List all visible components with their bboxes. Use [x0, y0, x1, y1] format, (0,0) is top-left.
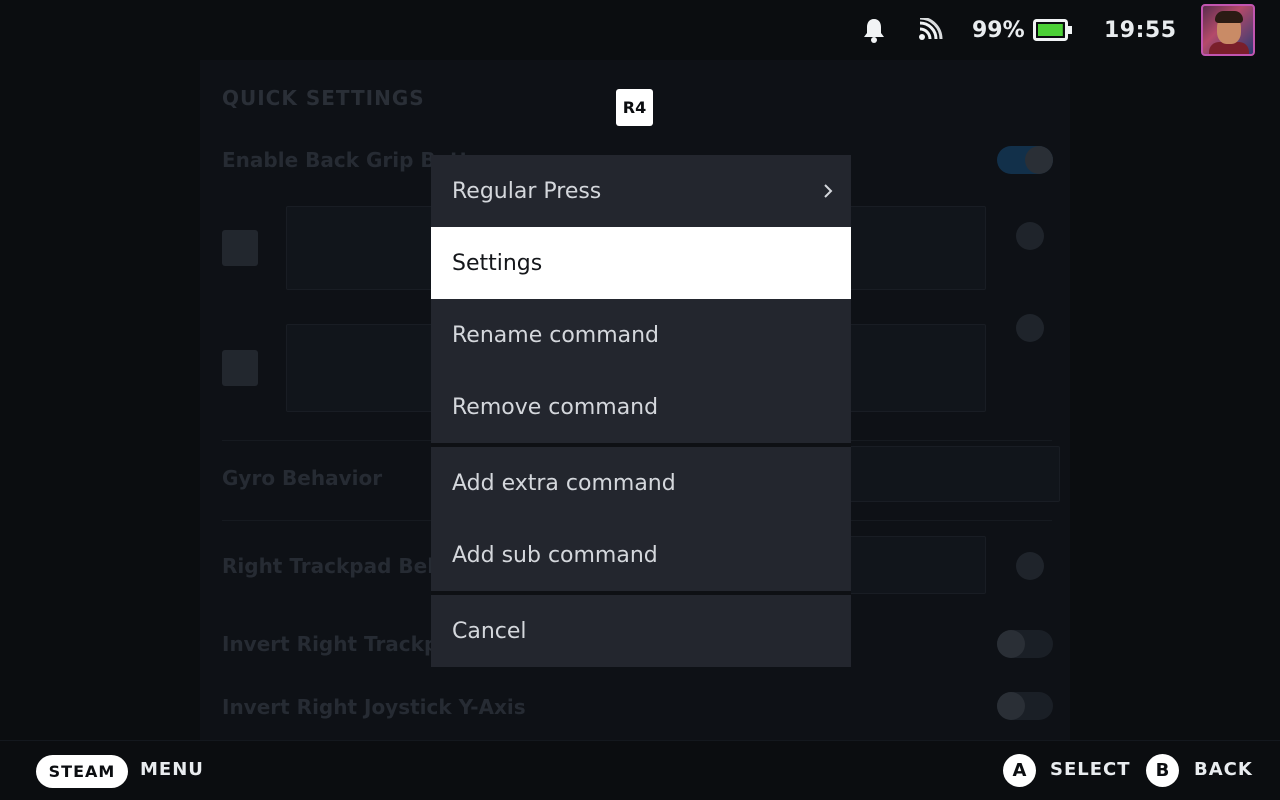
- menu-item-label: Add extra command: [452, 470, 676, 496]
- menu-item-settings[interactable]: Settings: [431, 227, 851, 299]
- steam-button[interactable]: STEAM: [36, 755, 128, 788]
- battery-icon: [1033, 0, 1073, 60]
- menu-item-add-sub-command[interactable]: Add sub command: [431, 519, 851, 591]
- bg-row-label: Invert Right Joystick Y-Axis: [222, 695, 526, 719]
- b-button-glyph[interactable]: B: [1146, 754, 1179, 787]
- menu-group-primary: Regular Press Settings Rename command Re…: [431, 155, 851, 443]
- menu-item-label: Cancel: [452, 618, 527, 644]
- menu-item-add-extra-command[interactable]: Add extra command: [431, 447, 851, 519]
- bg-toggle: [997, 692, 1053, 720]
- bg-button-glyph: [222, 230, 258, 266]
- wifi-icon[interactable]: [916, 0, 944, 60]
- menu-item-cancel[interactable]: Cancel: [431, 595, 851, 667]
- select-hint-label[interactable]: SELECT: [1050, 759, 1131, 780]
- menu-item-label: Rename command: [452, 322, 660, 348]
- battery-percent: 99%: [972, 17, 1025, 43]
- clock: 19:55: [1104, 17, 1177, 43]
- r4-button-badge: R4: [616, 89, 653, 126]
- bg-dropdown: [840, 446, 1060, 502]
- bg-toggle: [997, 146, 1053, 174]
- chevron-right-icon: [819, 179, 837, 203]
- bg-button-glyph: [222, 350, 258, 386]
- menu-item-label: Add sub command: [452, 542, 658, 568]
- menu-group-add: Add extra command Add sub command: [431, 447, 851, 591]
- menu-group-cancel: Cancel: [431, 595, 851, 667]
- menu-item-rename-command[interactable]: Rename command: [431, 299, 851, 371]
- bg-gear: [1016, 314, 1044, 342]
- menu-item-label: Remove command: [452, 394, 659, 420]
- bg-toggle: [997, 630, 1053, 658]
- menu-hint-label[interactable]: MENU: [140, 759, 204, 780]
- menu-item-remove-command[interactable]: Remove command: [431, 371, 851, 443]
- context-menu: Regular Press Settings Rename command Re…: [431, 155, 851, 667]
- bg-dropdown: [840, 536, 986, 594]
- menu-item-label: Settings: [452, 250, 543, 276]
- bg-row-label: Gyro Behavior: [222, 466, 383, 490]
- bell-icon[interactable]: [860, 0, 888, 60]
- menu-item-label: Regular Press: [452, 178, 602, 204]
- bg-gear: [1016, 222, 1044, 250]
- footer-bar: STEAM MENU A SELECT B BACK: [0, 740, 1280, 800]
- a-button-glyph[interactable]: A: [1003, 754, 1036, 787]
- menu-item-regular-press[interactable]: Regular Press: [431, 155, 851, 227]
- quick-settings-title: QUICK SETTINGS: [222, 86, 425, 110]
- back-hint-label[interactable]: BACK: [1194, 759, 1253, 780]
- bg-gear: [1016, 552, 1044, 580]
- bg-row-label: Invert Right Trackpad: [222, 632, 467, 656]
- avatar[interactable]: [1201, 4, 1255, 56]
- status-bar: 99% 19:55: [0, 0, 1280, 60]
